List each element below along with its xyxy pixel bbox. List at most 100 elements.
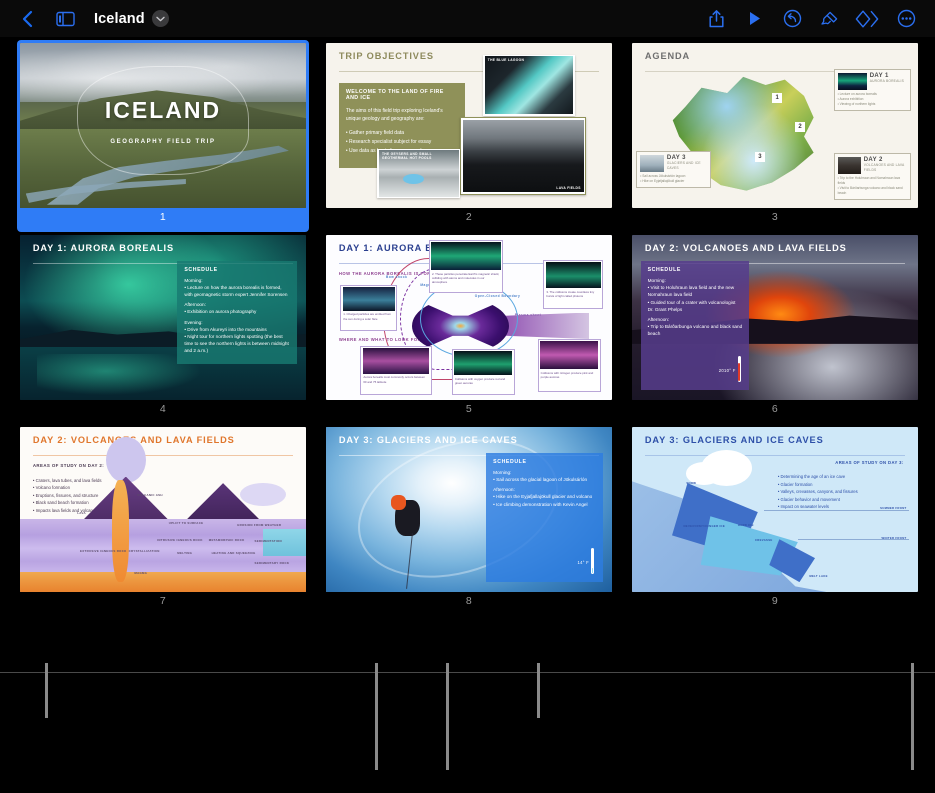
group-label: Evening: — [184, 319, 203, 325]
group-items: Sail across the glacial lagoon of Jökuls… — [493, 476, 596, 483]
day-card-items: Lecture on aurora borealis Aurora exhibi… — [838, 92, 907, 107]
list-item: Trip to Bárðarbunga volcano and black sa… — [648, 323, 743, 337]
slide-canvas-8: DAY 3: GLACIERS AND ICE CAVES SCHEDULE M… — [326, 427, 612, 592]
section-heading: AREAS OF STUDY ON DAY 3: — [835, 460, 904, 465]
objectives-paragraph: The aims of this field trip exploring Ic… — [345, 107, 443, 122]
callout-image — [431, 242, 501, 271]
slide-content-8: DAY 3: GLACIERS AND ICE CAVES SCHEDULE M… — [326, 427, 612, 592]
list-item: Valleys, crevasses, canyons, and fissure… — [778, 488, 904, 496]
schedule-group: Morning: Sail across the glacial lagoon … — [493, 470, 596, 483]
share-button[interactable] — [697, 4, 735, 34]
slide-cell: ICELAND GEOGRAPHY FIELD TRIP 1 — [10, 40, 316, 232]
sidebar-toggle-button[interactable] — [46, 4, 84, 34]
list-item: Lecture on how the aurora borealis is fo… — [184, 284, 290, 298]
slide-thumbnail-8[interactable]: DAY 3: GLACIERS AND ICE CAVES SCHEDULE M… — [323, 424, 615, 616]
group-label: Morning: — [647, 278, 666, 284]
ash-plume — [105, 436, 146, 484]
paintbrush-icon — [821, 11, 838, 25]
slide-content-3: AGENDA 1 2 3 DAY 1 AURORA BOREALIS • Lec… — [632, 43, 918, 208]
blue-lagoon-photo: THE BLUE LAGOON — [483, 54, 575, 116]
bottom-toolbar: ข้าม ทำสำเนา ลบ เลือก — [0, 634, 935, 673]
thermometer: 2010° F — [719, 356, 741, 383]
map-marker-1: 1 — [772, 92, 783, 103]
day-card-items: Sail across Jökulsárlón lagoon Hike on E… — [640, 174, 706, 184]
diagram-label: CRYSTALLIZATION — [128, 549, 160, 554]
diagram-label: CREVASSE — [754, 537, 773, 542]
day-card-titles: DAY 2 VOLCANOES AND LAVA FIELDS — [864, 157, 907, 174]
day-card-titles: DAY 3 GLACIERS AND ICE CAVES — [667, 155, 707, 172]
slide-thumbnail-5[interactable]: DAY 1: AURORA BOREALIS HOW THE AURORA BO… — [323, 232, 615, 424]
map-marker-2: 2 — [795, 122, 806, 133]
slide-thumbnail-4[interactable]: DAY 1: AURORA BOREALIS SCHEDULE Morning:… — [17, 232, 309, 424]
ellipsis-circle-icon — [897, 9, 915, 28]
list-item: Visit to Holuhraun lava field and the ne… — [648, 284, 743, 298]
group-label: Morning: — [493, 470, 512, 476]
play-button[interactable] — [735, 4, 773, 34]
slide-thumbnail-6[interactable]: DAY 2: VOLCANOES AND LAVA FIELDS SCHEDUL… — [629, 232, 921, 424]
photo-caption: THE GEYSERS AND SMALL GEOTHERMAL HOT POO… — [381, 152, 432, 161]
schedule-box: SCHEDULE Morning: Visit to Holuhraun lav… — [640, 261, 750, 391]
callout-line-delete — [537, 663, 540, 718]
diagram-label: INTRUSIVE IGNEOUS ROCK — [157, 537, 203, 542]
slide-number: 1 — [159, 211, 167, 223]
magma-layer — [20, 572, 306, 592]
slide-thumbnail-2[interactable]: TRIP OBJECTIVES WELCOME TO THE LAND OF F… — [323, 40, 615, 232]
diagram-label: UPLIFT TO SURFACE — [168, 521, 204, 526]
slide-title: DAY 2: VOLCANOES AND LAVA FIELDS — [644, 243, 847, 254]
callout-line-skip — [375, 663, 378, 770]
slide-thumbnail-1[interactable]: ICELAND GEOGRAPHY FIELD TRIP 1 — [17, 40, 309, 232]
callout-card-6: Collisions with nitrogen produce pink an… — [537, 338, 601, 392]
list-item: Hike on Eyjafjallajökull glacier — [640, 179, 706, 184]
list-item: Glacier behavior and movement — [778, 496, 904, 504]
keynote-slide-navigator: Iceland ICELAND GEOGRAPHY FIELD TRIP 1 T… — [0, 0, 935, 793]
format-brush-button[interactable] — [811, 4, 849, 34]
slide-subtitle: GEOGRAPHY FIELD TRIP — [110, 138, 216, 145]
thermometer-fill — [738, 363, 740, 382]
slide-thumbnail-7[interactable]: DAY 2: VOLCANOES AND LAVA FIELDS AREAS O… — [17, 424, 309, 616]
callout-image — [342, 287, 395, 311]
title-rule — [32, 455, 294, 457]
slide-number: 3 — [771, 211, 779, 223]
slide-canvas-3: AGENDA 1 2 3 DAY 1 AURORA BOREALIS • Lec… — [632, 43, 918, 208]
photo-caption: LAVA FIELDS — [556, 186, 581, 191]
thermometer-tube — [591, 548, 595, 575]
slide-content-5: DAY 1: AURORA BOREALIS HOW THE AURORA BO… — [326, 235, 612, 400]
callout-image — [454, 351, 513, 376]
callout-text: 1. Charged particles are emitted from th… — [343, 312, 392, 321]
slide-cell: DAY 1: AURORA BOREALIS SCHEDULE Morning:… — [10, 232, 316, 424]
slide-title: DAY 1: AURORA BOREALIS — [32, 243, 174, 254]
chevron-down-icon — [155, 16, 165, 21]
slide-cell: DAY 2: VOLCANOES AND LAVA FIELDS SCHEDUL… — [622, 232, 928, 424]
diagram-label: EROSION FROM WEATHER — [237, 522, 282, 527]
callout-line-duplicate — [446, 663, 449, 770]
climber-figure — [390, 494, 421, 536]
chevron-left-icon — [22, 10, 33, 27]
diagram-label: Bow shock — [386, 274, 408, 279]
schedule-heading: SCHEDULE — [184, 267, 218, 274]
toolbar-separator — [0, 672, 935, 673]
diagram-label: WINTER FRONT — [881, 535, 907, 540]
callout-card-1: 1. Charged particles are emitted from th… — [340, 284, 398, 331]
schedule-box: SCHEDULE Morning: Sail across the glacia… — [486, 453, 604, 583]
slide-thumbnail-9[interactable]: DAY 3: GLACIERS AND ICE CAVES AREAS OF S… — [629, 424, 921, 616]
slide-canvas-4: DAY 1: AURORA BOREALIS SCHEDULE Morning:… — [20, 235, 306, 400]
callout-line-add — [45, 663, 48, 718]
slide-title: ICELAND — [104, 97, 222, 124]
slide-number: 4 — [159, 403, 167, 415]
animate-button[interactable] — [849, 4, 887, 34]
list-item: Exhibition on aurora photography — [184, 308, 290, 315]
slide-thumbnail-3[interactable]: AGENDA 1 2 3 DAY 1 AURORA BOREALIS • Lec… — [629, 40, 921, 232]
diagram-label: EXTRUSIVE IGNEOUS ROCK — [80, 549, 127, 554]
group-label: Morning: — [184, 278, 203, 284]
day-card-image — [837, 73, 867, 91]
back-button[interactable] — [8, 4, 46, 34]
group-label: Afternoon: — [184, 302, 206, 308]
undo-button[interactable] — [773, 4, 811, 34]
slide-content-7: DAY 2: VOLCANOES AND LAVA FIELDS AREAS O… — [20, 427, 306, 592]
list-item: Ice climbing demonstration with Kevin An… — [493, 501, 596, 508]
slide-row: DAY 2: VOLCANOES AND LAVA FIELDS AREAS O… — [0, 424, 935, 616]
document-title-menu-button[interactable] — [151, 10, 169, 27]
more-button[interactable] — [887, 4, 925, 34]
callout-text: 3. The collisions create countless tiny … — [546, 289, 595, 298]
schedule-group: Morning: Visit to Holuhraun lava field a… — [648, 278, 743, 313]
